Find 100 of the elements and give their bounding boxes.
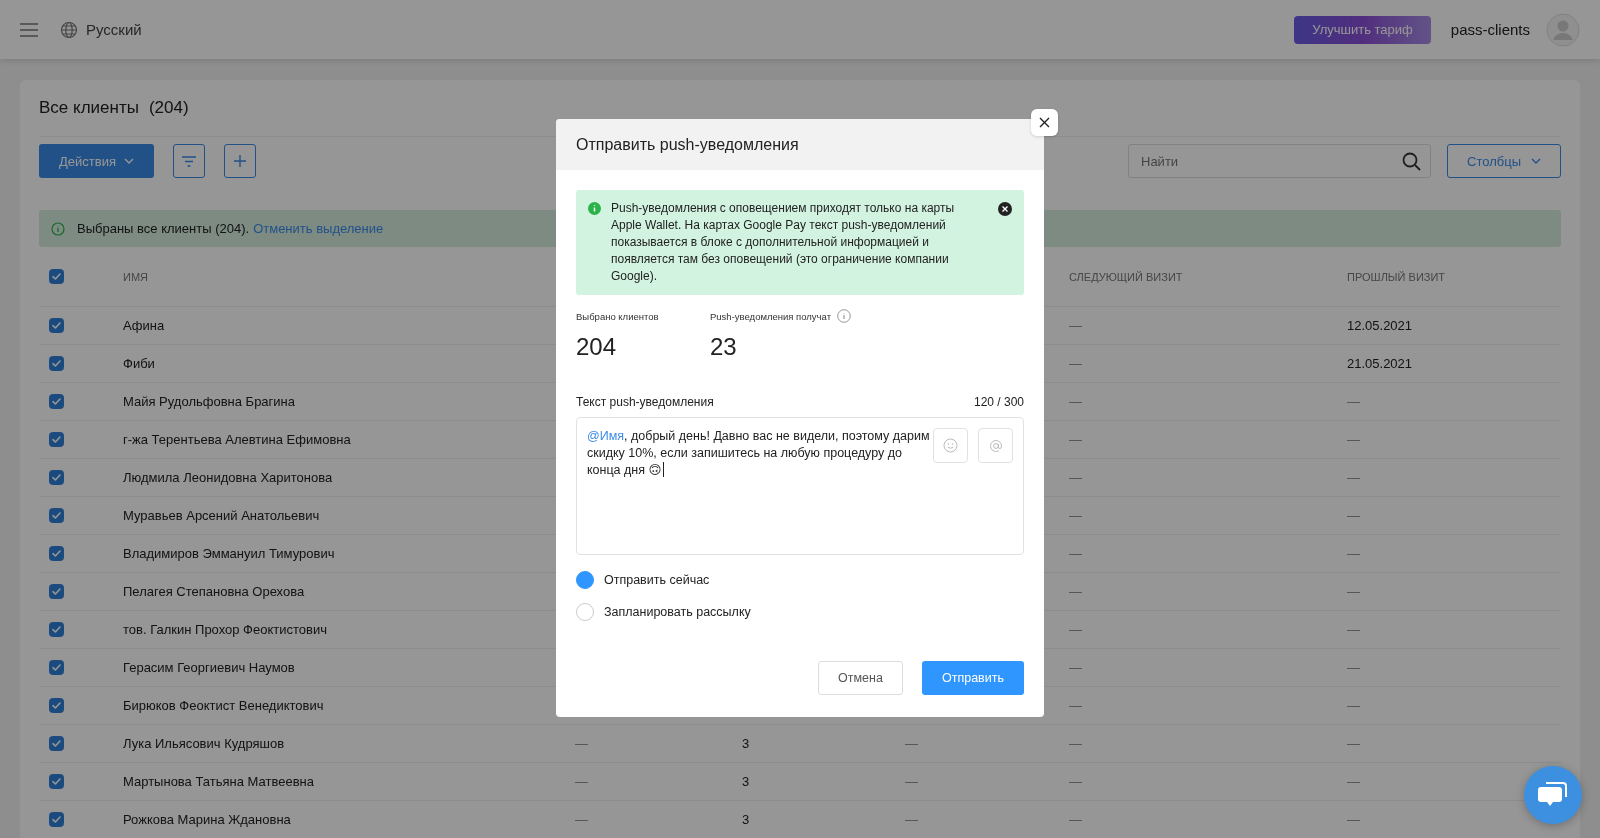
table-cell-text: — bbox=[1069, 508, 1083, 523]
table-cell-text: — bbox=[1069, 318, 1083, 333]
checkbox[interactable] bbox=[49, 546, 64, 561]
page-title: Все клиенты bbox=[39, 98, 139, 118]
table-cell-text: — bbox=[1069, 432, 1083, 447]
client-name: Фиби bbox=[123, 356, 156, 371]
stat-value: 204 bbox=[576, 333, 618, 361]
client-name: Людмила Леонидовна Харитонова bbox=[123, 470, 334, 485]
table-cell-text: — bbox=[1347, 508, 1361, 523]
table-cell-text: — bbox=[905, 736, 919, 751]
close-icon[interactable] bbox=[998, 202, 1012, 216]
search-icon[interactable] bbox=[1402, 152, 1421, 171]
table-cell-text: — bbox=[1347, 774, 1361, 789]
globe-icon[interactable] bbox=[60, 20, 78, 39]
columns-button[interactable]: Столбцы bbox=[1447, 144, 1561, 178]
selection-text: Выбраны все клиенты (204). bbox=[77, 221, 250, 236]
checkbox[interactable] bbox=[49, 622, 64, 637]
client-name: Пелагея Степановна Орехова bbox=[123, 584, 306, 599]
filter-icon bbox=[182, 155, 196, 167]
checkbox[interactable] bbox=[49, 269, 64, 284]
table-cell-text: — bbox=[1069, 584, 1083, 599]
table-cell-text: — bbox=[1347, 470, 1361, 485]
stat-label: Push-уведомления получат bbox=[710, 310, 831, 322]
table-cell-text: — bbox=[1069, 660, 1083, 675]
checkbox[interactable] bbox=[49, 774, 64, 789]
table-cell-text: — bbox=[1069, 622, 1083, 637]
upgrade-button[interactable]: Улучшить тариф bbox=[1294, 15, 1431, 44]
checkbox[interactable] bbox=[49, 736, 64, 751]
column-header: ИМЯ bbox=[123, 270, 149, 283]
table-cell-text: — bbox=[905, 774, 919, 789]
filter-button[interactable] bbox=[173, 144, 205, 178]
table-cell-text: 3 bbox=[742, 736, 751, 751]
table-cell-text: — bbox=[1347, 584, 1361, 599]
table-cell-text: — bbox=[1069, 470, 1083, 485]
client-name: Рожкова Марина Ждановна bbox=[123, 812, 292, 827]
table-cell-text: — bbox=[1347, 394, 1361, 409]
checkbox[interactable] bbox=[49, 584, 64, 599]
table-cell-text: — bbox=[1069, 736, 1083, 751]
table-cell-text: — bbox=[1069, 546, 1083, 561]
checkbox[interactable] bbox=[49, 698, 64, 713]
caret-icon bbox=[1531, 158, 1541, 164]
send-option[interactable]: Запланировать рассылку bbox=[576, 603, 1024, 621]
search-field[interactable]: Найти bbox=[1128, 144, 1431, 178]
column-header: СЛЕДУЮЩИЙ ВИЗИТ bbox=[1069, 270, 1184, 283]
dialog-title: Отправить push-уведомления bbox=[576, 135, 799, 154]
info-icon[interactable] bbox=[837, 309, 851, 323]
checkbox[interactable] bbox=[49, 508, 64, 523]
client-name: Афина bbox=[123, 318, 166, 333]
client-name: Владимиров Эммануил Тимурович bbox=[123, 546, 336, 561]
table-cell-text: — bbox=[1347, 622, 1361, 637]
actions-button[interactable]: Действия bbox=[39, 144, 154, 178]
table-cell-text: — bbox=[1069, 356, 1083, 371]
table-cell-text: 12.05.2021 bbox=[1347, 318, 1414, 333]
smiley-icon bbox=[943, 438, 958, 453]
client-name: Мартынова Татьяна Матвеевна bbox=[123, 774, 315, 789]
add-button[interactable] bbox=[224, 144, 256, 178]
account-name[interactable]: pass-clients bbox=[1450, 21, 1530, 38]
table-cell-text: — bbox=[575, 774, 589, 789]
table-cell-text: — bbox=[1347, 432, 1361, 447]
send-button[interactable]: Отправить bbox=[922, 661, 1024, 695]
checkbox[interactable] bbox=[49, 356, 64, 371]
checkbox[interactable] bbox=[49, 318, 64, 333]
client-name: тов. Галкин Прохор Феоктистович bbox=[123, 622, 328, 637]
client-name: Бирюков Феоктист Венедиктович bbox=[123, 698, 325, 713]
checkbox[interactable] bbox=[49, 432, 64, 447]
close-icon bbox=[1039, 117, 1050, 128]
radio-button[interactable] bbox=[576, 603, 594, 621]
table-cell-text: — bbox=[1347, 546, 1361, 561]
table-cell-text: 3 bbox=[742, 812, 751, 827]
table-cell-text: 3 bbox=[742, 774, 751, 789]
character-counter: 120 / 300 bbox=[973, 395, 1024, 409]
radio-button[interactable] bbox=[576, 571, 594, 589]
table-cell-text: — bbox=[1069, 698, 1083, 713]
caret-icon bbox=[124, 158, 134, 164]
table-cell-text: — bbox=[905, 812, 919, 827]
table-cell-text: — bbox=[1347, 660, 1361, 675]
table-cell-text: — bbox=[1069, 774, 1083, 789]
language-selector[interactable]: Русский bbox=[86, 21, 142, 38]
menu-icon[interactable] bbox=[20, 22, 38, 37]
table-cell-text: 21.05.2021 bbox=[1347, 356, 1414, 371]
client-name: Герасим Георгиевич Наумов bbox=[123, 660, 296, 675]
field-label: Текст push-уведомления bbox=[576, 395, 714, 409]
message-text: @Имя, добрый день! Давно вас не видели, поэтому дарим скидку 10%, если запишитесь на любую процедуру до конца дня 🙃 bbox=[587, 429, 930, 477]
checkbox[interactable] bbox=[49, 470, 64, 485]
client-name: г-жа Терентьева Алевтина Ефимовна bbox=[123, 432, 352, 447]
table-cell-text: — bbox=[575, 812, 589, 827]
table-cell-text: — bbox=[1069, 394, 1083, 409]
client-name: Муравьев Арсений Анатольевич bbox=[123, 508, 321, 523]
client-name: Майя Рудольфовна Брагина bbox=[123, 394, 296, 409]
plus-icon bbox=[234, 155, 246, 167]
table-cell-text: — bbox=[1347, 812, 1361, 827]
checkbox[interactable] bbox=[49, 812, 64, 827]
send-option[interactable]: Отправить сейчас bbox=[576, 571, 1024, 589]
close-button[interactable] bbox=[1031, 109, 1058, 136]
checkbox[interactable] bbox=[49, 394, 64, 409]
checkbox[interactable] bbox=[49, 660, 64, 675]
cancel-button[interactable]: Отмена bbox=[818, 661, 903, 695]
stat-label: Выбрано клиентов bbox=[576, 310, 659, 322]
table-cell-text: — bbox=[1347, 698, 1361, 713]
table-cell-text: — bbox=[575, 736, 589, 751]
